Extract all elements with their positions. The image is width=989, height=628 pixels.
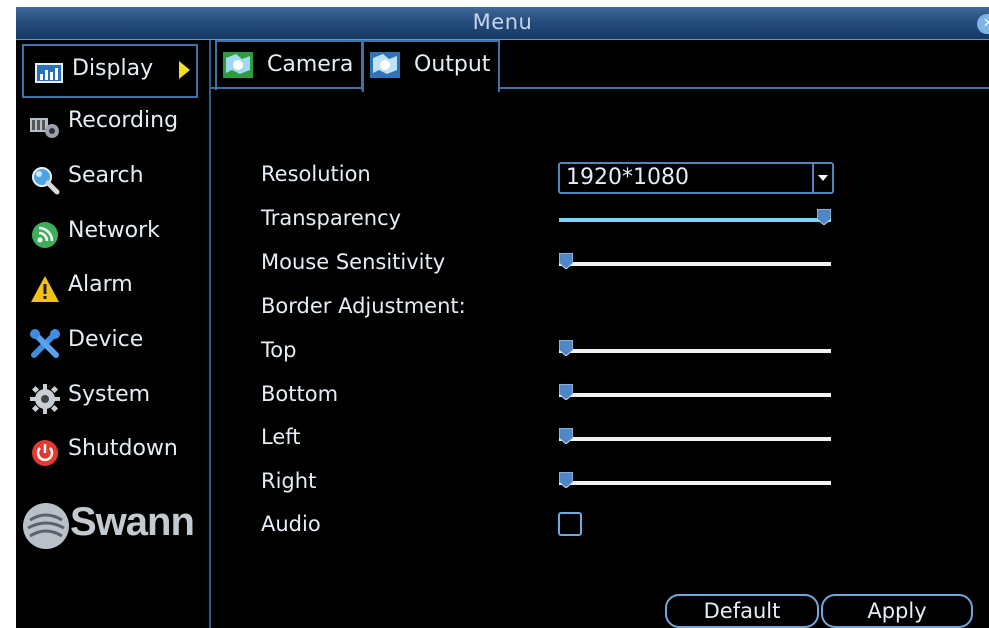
title-bar: Menu ✕ xyxy=(16,7,989,40)
tab-label: Camera xyxy=(267,52,354,77)
tab-label: Output xyxy=(414,52,491,77)
sidebar-item-label: Recording xyxy=(68,108,179,133)
sidebar-item-display[interactable]: Display xyxy=(22,44,198,98)
sidebar-item-search[interactable]: Search xyxy=(20,153,198,203)
slider-thumb[interactable] xyxy=(559,384,573,400)
dvr-menu-window: Menu ✕ Display Recording Search Network … xyxy=(16,7,989,628)
transparency-label: Transparency xyxy=(261,206,402,230)
slider-fill xyxy=(559,218,831,222)
slider-thumb[interactable] xyxy=(817,209,831,225)
border-adjustment-label: Border Adjustment: xyxy=(261,294,466,318)
content-panel: Camera Output Resolution 1920*1080 Trans… xyxy=(211,40,989,628)
resolution-select[interactable]: 1920*1080 xyxy=(558,162,834,194)
sidebar-item-network[interactable]: Network xyxy=(20,208,198,258)
mouse-sensitivity-slider[interactable] xyxy=(559,253,831,269)
left-slider[interactable] xyxy=(559,428,831,444)
sidebar-item-alarm[interactable]: Alarm xyxy=(20,262,198,312)
slider-thumb[interactable] xyxy=(559,472,573,488)
sidebar-item-shutdown[interactable]: Shutdown xyxy=(20,426,198,476)
alarm-icon xyxy=(31,276,59,302)
active-arrow-icon xyxy=(179,61,190,79)
window-title: Menu xyxy=(472,10,533,34)
audio-label: Audio xyxy=(261,512,321,536)
sidebar-item-label: Device xyxy=(68,327,144,352)
right-slider[interactable] xyxy=(559,472,831,488)
mouse-sensitivity-label: Mouse Sensitivity xyxy=(261,250,446,274)
device-icon xyxy=(30,329,60,358)
sidebar-item-label: Alarm xyxy=(68,272,133,297)
top-slider[interactable] xyxy=(559,340,831,356)
shutdown-icon xyxy=(32,440,58,466)
output-tab-icon xyxy=(370,52,400,78)
system-icon xyxy=(30,384,60,414)
network-icon xyxy=(32,222,58,248)
sidebar-item-label: Search xyxy=(68,163,144,188)
bottom-slider[interactable] xyxy=(559,384,831,400)
sidebar-item-system[interactable]: System xyxy=(20,372,198,422)
resolution-label: Resolution xyxy=(261,162,371,186)
camera-tab-icon xyxy=(223,52,253,78)
resolution-value: 1920*1080 xyxy=(566,165,689,190)
tab-camera[interactable]: Camera xyxy=(215,40,363,90)
top-label: Top xyxy=(261,338,297,362)
tab-output[interactable]: Output xyxy=(362,40,500,92)
slider-thumb[interactable] xyxy=(559,253,573,269)
sidebar-item-label: System xyxy=(68,382,151,407)
sidebar-item-label: Display xyxy=(72,56,154,81)
slider-thumb[interactable] xyxy=(559,428,573,444)
sidebar-item-label: Shutdown xyxy=(68,436,178,461)
search-icon xyxy=(32,167,60,195)
slider-thumb[interactable] xyxy=(559,340,573,356)
left-label: Left xyxy=(261,425,301,449)
audio-checkbox[interactable] xyxy=(558,512,582,536)
sidebar-item-device[interactable]: Device xyxy=(20,317,198,367)
transparency-slider[interactable] xyxy=(559,209,831,225)
right-label: Right xyxy=(261,469,317,493)
sidebar-item-recording[interactable]: Recording xyxy=(20,98,198,148)
logo-text: Swann xyxy=(70,500,195,544)
chevron-down-icon[interactable] xyxy=(812,164,832,192)
default-button[interactable]: Default xyxy=(665,594,819,628)
display-icon xyxy=(35,63,63,83)
swann-logo: Swann xyxy=(20,498,205,554)
sidebar: Display Recording Search Network Alarm D… xyxy=(16,40,211,628)
sidebar-item-label: Network xyxy=(68,218,160,243)
bottom-label: Bottom xyxy=(261,382,339,406)
recording-icon xyxy=(30,118,59,138)
apply-button[interactable]: Apply xyxy=(821,594,973,628)
